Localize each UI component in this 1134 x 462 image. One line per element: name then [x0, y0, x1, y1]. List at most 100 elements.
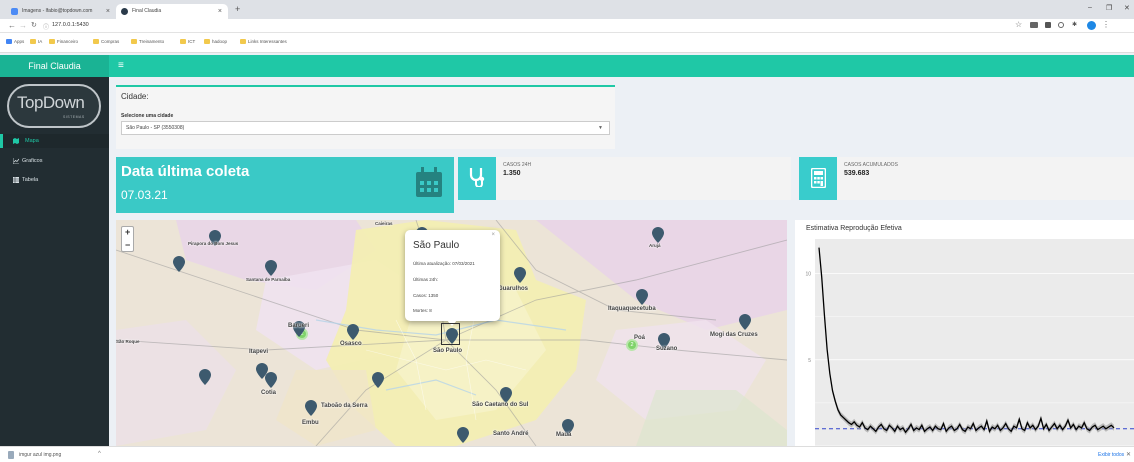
bookmark-financeiro[interactable]: Financeiro — [49, 39, 78, 44]
bookmark-label: Links Interessantes — [248, 39, 287, 44]
tab-title: Final Claudia — [132, 8, 162, 14]
url-field[interactable]: 127.0.0.1:5430 — [52, 22, 89, 28]
map-pin-marker[interactable] — [265, 372, 277, 388]
bookmark-label: hadoop — [212, 39, 228, 44]
map-label: Pirapora do Bom Jesus — [188, 241, 239, 246]
profile-avatar-icon[interactable] — [1087, 21, 1096, 30]
popup-close-button[interactable]: × — [491, 232, 495, 238]
y-tick-label: 5 — [808, 358, 811, 364]
map-label: Guarulhos — [498, 286, 529, 292]
bookmark-hadoop[interactable]: hadoop — [204, 39, 227, 44]
y-tick-label: 10 — [805, 272, 811, 278]
browser-tab-final-claudia[interactable]: Final Claudia × — [116, 4, 228, 19]
stethoscope-icon — [469, 168, 485, 187]
cases-24h-label: CASOS 24H — [503, 162, 532, 168]
last-collection-date: 07.03.21 — [121, 188, 168, 202]
bookmark-treinamento[interactable]: Treinamento — [131, 39, 164, 44]
bookmark-label: ICT — [188, 39, 196, 44]
close-window-button[interactable]: ✕ — [1124, 4, 1130, 12]
back-icon[interactable]: ← — [8, 21, 16, 30]
info-icon[interactable]: ⓘ — [43, 22, 49, 31]
puzzle-icon[interactable]: ✱ — [1072, 21, 1077, 28]
close-tab-icon[interactable]: × — [106, 4, 110, 19]
sidebar-item-label: Tabela — [22, 177, 39, 183]
new-tab-button[interactable]: + — [235, 4, 240, 14]
map-popup: × São Paulo Última atualização: 07/03/20… — [405, 230, 500, 326]
folder-icon — [204, 39, 210, 44]
sidebar-item-graficos[interactable]: Graficos — [0, 154, 109, 168]
city-select[interactable]: São Paulo - SP (3550308) ▼ — [121, 121, 610, 135]
city-select-label: Selecione uma cidade — [121, 113, 174, 119]
folder-icon — [131, 39, 137, 44]
sidebar: TopDown SISTEMAS Mapa Graficos Tabela — [0, 77, 109, 446]
map-label: Embu — [302, 420, 319, 426]
browser-tab-imagens[interactable]: Imagens - lfabio@topdown.com × — [6, 4, 116, 19]
show-all-downloads-button[interactable]: Exibir todos — [1098, 452, 1124, 458]
popup-line: Última atualização: 07/03/2021 — [413, 261, 475, 266]
map-pin-marker[interactable] — [173, 256, 185, 272]
chart-title: Estimativa Reprodução Efetiva — [806, 225, 902, 232]
map-label: São Roque — [116, 339, 140, 344]
zoom-out-button[interactable]: − — [125, 240, 130, 250]
download-item[interactable]: imgur azul img.png — [19, 452, 61, 458]
apps-grid-icon — [6, 39, 12, 44]
restore-button[interactable]: ❐ — [1106, 4, 1112, 12]
map-pin-marker[interactable] — [636, 289, 648, 305]
map-pin-marker[interactable] — [514, 267, 526, 283]
reload-icon[interactable]: ↻ — [31, 21, 37, 29]
map-label: Mogi das Cruzes — [710, 332, 758, 338]
plot-background — [815, 239, 1134, 446]
map-pin-marker[interactable] — [500, 387, 512, 403]
sidebar-toggle-button[interactable]: ≡ — [118, 60, 124, 71]
map-label: Suzano — [656, 346, 678, 352]
city-box-header: Cidade: — [121, 92, 149, 101]
extension-icon[interactable] — [1058, 22, 1064, 28]
bookmark-label: Apps — [14, 39, 25, 44]
map-pin-marker[interactable] — [305, 400, 317, 416]
tab-title: Imagens - lfabio@topdown.com — [22, 8, 93, 14]
bookmarks-bar: Apps IA Financeiro Compras Treinamento I… — [0, 33, 1134, 53]
map-label: Santana de Parnaíba — [246, 277, 291, 282]
y-axis-ticks: 10 5 — [805, 272, 811, 364]
bookmark-apps[interactable]: Apps — [6, 39, 24, 44]
map-pin-marker[interactable] — [347, 324, 359, 340]
zoom-in-button[interactable]: + — [125, 227, 130, 237]
selected-marker-frame — [441, 323, 460, 345]
bookmark-label: IA — [38, 39, 43, 44]
map-pin-marker[interactable] — [739, 314, 751, 330]
close-tab-icon[interactable]: × — [218, 4, 222, 19]
zoom-control: + − — [121, 226, 134, 252]
download-options-chevron-icon[interactable]: ^ — [98, 451, 101, 457]
sidebar-item-mapa[interactable]: Mapa — [0, 134, 109, 148]
map-pin-marker[interactable] — [457, 427, 469, 443]
gmail-favicon-icon — [11, 8, 18, 15]
last-collection-box: Data última coleta 07.03.21 — [116, 157, 454, 213]
table-icon — [13, 177, 19, 183]
minimize-button[interactable]: – — [1088, 4, 1092, 11]
map-pin-marker[interactable] — [265, 260, 277, 276]
map-pin-marker[interactable] — [199, 369, 211, 385]
menu-kebab-icon[interactable]: ⋮ — [1102, 20, 1110, 29]
city-map[interactable]: + − 2 2 Pirapora do Bom Jesus Santana de… — [116, 220, 787, 446]
bookmark-star-icon[interactable]: ☆ — [1015, 20, 1022, 29]
popup-line: Casos: 1350 — [413, 293, 439, 298]
bookmark-ict[interactable]: ICT — [180, 39, 195, 44]
address-bar: ← → ↻ ⓘ 127.0.0.1:5430 ☆ ✱ ⋮ — [0, 19, 1134, 33]
bookmark-links[interactable]: Links Interessantes — [240, 39, 287, 44]
rt-line-chart: 10 5 — [805, 239, 1134, 446]
map-pin-marker[interactable] — [652, 227, 664, 243]
app-title: Final Claudia — [0, 55, 109, 77]
bookmark-compras[interactable]: Compras — [93, 39, 119, 44]
cases-total-label: CASOS ACUMULADOS — [844, 162, 898, 168]
sidebar-item-tabela[interactable]: Tabela — [0, 173, 109, 187]
extension-icon[interactable] — [1045, 22, 1051, 28]
map-label: São Paulo — [433, 348, 463, 354]
city-select-value: São Paulo - SP (3550308) — [126, 125, 185, 131]
close-download-bar-button[interactable]: ✕ — [1126, 451, 1131, 458]
folder-icon — [240, 39, 246, 44]
cases-total-box: CASOS ACUMULADOS 539.683 — [799, 157, 1134, 200]
forward-icon[interactable]: → — [19, 21, 27, 30]
bookmark-ia[interactable]: IA — [30, 39, 42, 44]
map-pin-marker[interactable] — [372, 372, 384, 388]
extension-icon[interactable] — [1030, 22, 1038, 28]
